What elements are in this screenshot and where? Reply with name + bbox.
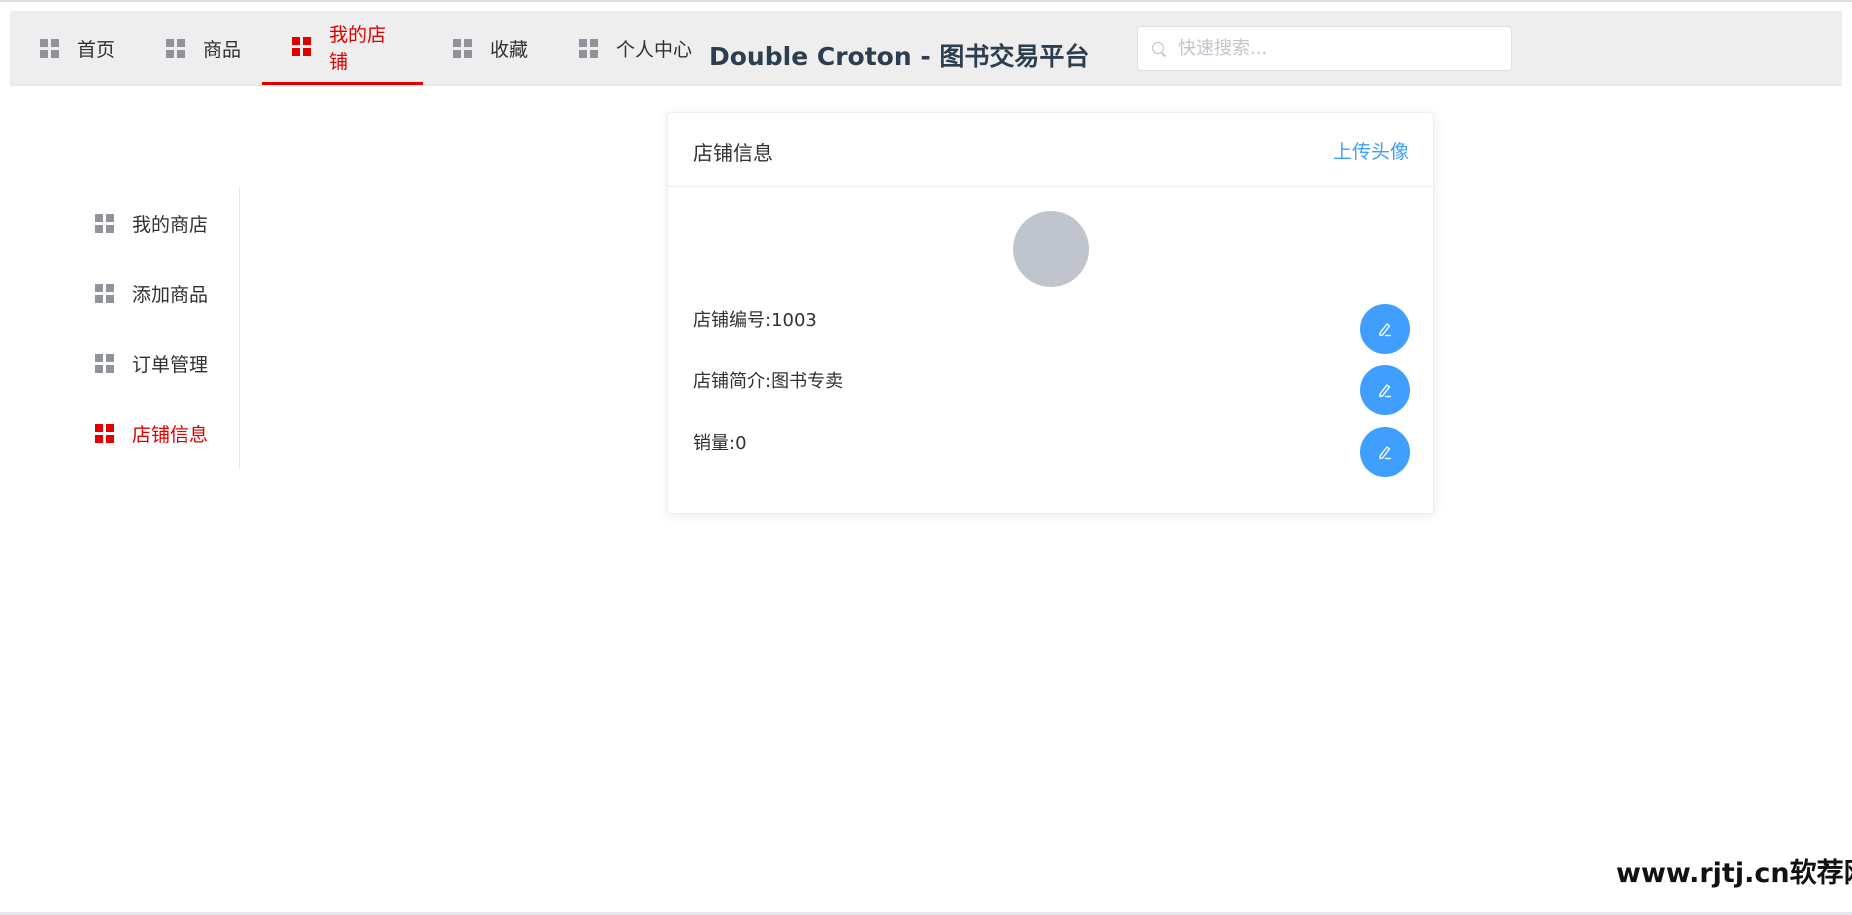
grid-icon	[95, 213, 114, 233]
avatar[interactable]	[1013, 211, 1089, 287]
side-item-label: 店铺信息	[132, 423, 209, 446]
nav-item-products[interactable]: 商品	[136, 11, 265, 85]
side-item-add-product[interactable]: 添加商品	[95, 278, 208, 308]
side-item-label: 添加商品	[132, 283, 209, 306]
side-item-label: 订单管理	[132, 353, 209, 376]
search-input[interactable]	[1176, 37, 1500, 60]
nav-item-favorites[interactable]: 收藏	[423, 11, 552, 85]
top-border	[0, 0, 1852, 2]
side-item-shop-info[interactable]: 店铺信息	[95, 418, 208, 448]
card-title: 店铺信息	[693, 141, 773, 165]
grid-icon	[579, 38, 598, 58]
grid-icon	[95, 283, 114, 303]
side-item-label: 我的商店	[132, 213, 209, 236]
shop-id-text: 店铺编号:1003	[693, 310, 817, 331]
search-box[interactable]	[1137, 26, 1512, 71]
grid-icon	[292, 37, 311, 56]
top-navbar: 首页 商品 我的店铺 收藏 个人中心 Double Croton - 图书交易平…	[10, 11, 1842, 86]
shop-intro-text: 店铺简介:图书专卖	[693, 371, 844, 392]
watermark-text: www.rjtj.cn软荐网	[1616, 858, 1852, 889]
edit-pencil-icon	[1379, 323, 1391, 337]
shop-info-card: 店铺信息 上传头像 店铺编号:1003 店铺简介:图书专卖 销量:0	[667, 112, 1434, 514]
edit-pencil-icon	[1379, 446, 1391, 460]
edit-sales-button[interactable]	[1360, 427, 1410, 477]
grid-icon	[40, 38, 59, 58]
grid-icon	[453, 38, 472, 58]
nav-item-label: 商品	[203, 38, 242, 61]
sales-text: 销量:0	[693, 433, 747, 454]
side-item-orders[interactable]: 订单管理	[95, 348, 208, 378]
card-header: 店铺信息 上传头像	[668, 113, 1433, 187]
edit-shop-intro-button[interactable]	[1360, 365, 1410, 415]
edit-shop-id-button[interactable]	[1360, 304, 1410, 354]
side-item-my-store[interactable]: 我的商店	[95, 208, 208, 238]
grid-icon	[166, 38, 185, 58]
nav-item-label: 首页	[77, 38, 116, 61]
site-title: Double Croton - 图书交易平台	[709, 42, 1090, 71]
nav-item-label: 个人中心	[616, 38, 693, 61]
nav-item-label: 收藏	[490, 38, 529, 61]
edit-pencil-icon	[1379, 384, 1391, 398]
side-menu: 我的商店 添加商品 订单管理 店铺信息	[70, 188, 240, 468]
nav-item-profile[interactable]: 个人中心	[549, 11, 716, 85]
nav-item-my-shop[interactable]: 我的店铺	[262, 11, 423, 85]
grid-icon	[95, 353, 114, 373]
upload-avatar-link[interactable]: 上传头像	[1333, 137, 1409, 164]
grid-icon	[95, 423, 114, 443]
search-icon	[1152, 41, 1166, 56]
nav-item-label: 我的店铺	[329, 23, 387, 73]
nav-item-home[interactable]: 首页	[10, 11, 139, 85]
